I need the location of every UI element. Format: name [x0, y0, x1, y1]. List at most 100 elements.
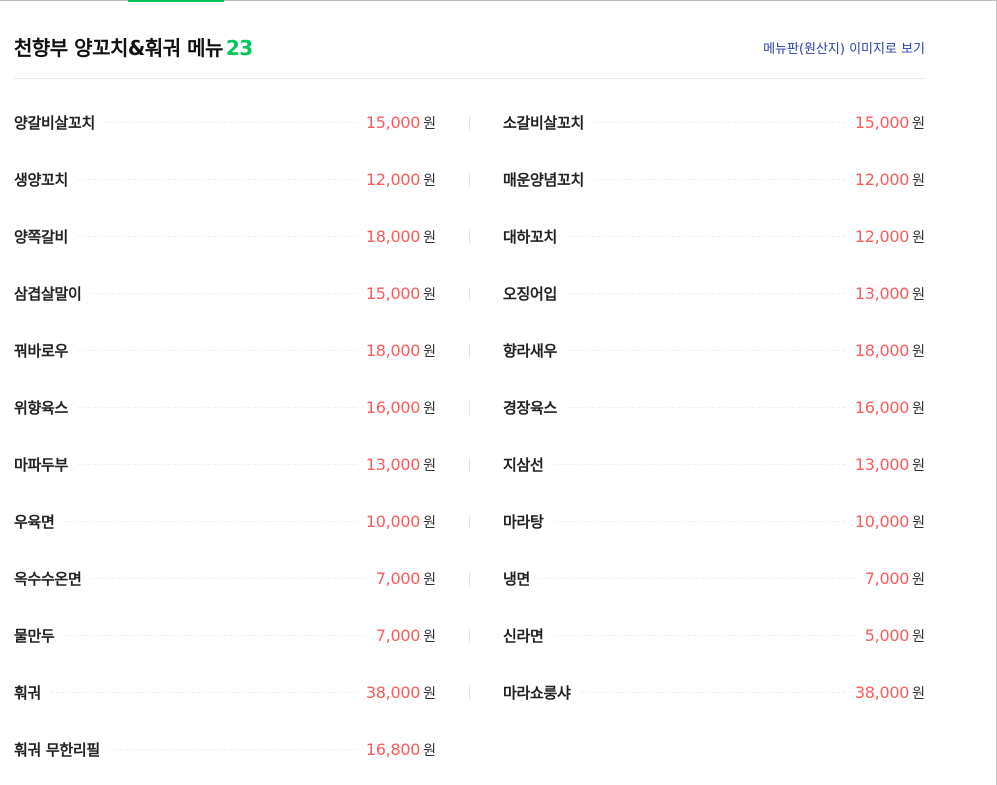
menu-item-price: 13,000 원 [855, 455, 925, 475]
menu-item-price-value: 16,800 [365, 739, 421, 759]
menu-item-leader [553, 635, 855, 636]
menu-item-price-value: 7,000 [375, 568, 421, 588]
menu-item-name: 신라면 [503, 627, 544, 645]
menu-item[interactable]: 마파두부 13,000 원 [14, 436, 470, 493]
menu-item-price-value: 13,000 [854, 454, 910, 474]
menu-item[interactable]: 생양꼬치 12,000 원 [14, 151, 470, 208]
menu-item[interactable]: 옥수수온면 7,000 원 [14, 550, 470, 607]
menu-item[interactable]: 대하꼬치 12,000 원 [503, 208, 925, 265]
menu-item-price: 13,000 원 [366, 455, 436, 475]
menu-item[interactable]: 삼겹살말이 15,000 원 [14, 265, 470, 322]
menu-item-price-value: 7,000 [375, 625, 421, 645]
menu-item-price-value: 15,000 [365, 112, 421, 132]
menu-count: 23 [225, 36, 253, 60]
menu-item-price: 13,000 원 [855, 284, 925, 304]
menu-item-price-value: 16,000 [365, 397, 421, 417]
menu-item-price-unit: 원 [423, 571, 436, 588]
menu-item-name: 경장육스 [503, 399, 558, 417]
menu-item-leader [567, 236, 845, 237]
menu-item-price-unit: 원 [912, 172, 925, 189]
menu-item-name: 향라새우 [503, 342, 558, 360]
menu-item-leader [51, 692, 356, 693]
menu-item-leader [567, 407, 845, 408]
menu-item[interactable]: 오징어입 13,000 원 [503, 265, 925, 322]
menu-item-name: 위향육스 [14, 399, 69, 417]
menu-item-leader [78, 350, 356, 351]
menu-item-name: 삼겹살말이 [14, 285, 82, 303]
menu-item-price-value: 16,000 [854, 397, 910, 417]
menu-item[interactable]: 신라면 5,000 원 [503, 607, 925, 664]
menu-item-price: 10,000 원 [855, 512, 925, 532]
menu-item-leader [105, 122, 356, 123]
menu-item[interactable]: 훠궈 38,000 원 [14, 664, 470, 721]
menu-item-price-unit: 원 [423, 343, 436, 360]
menu-header: 천향부 양꼬치&훠궈 메뉴 23 메뉴판(원산지) 이미지로 보기 [14, 0, 925, 79]
menu-item-price-value: 12,000 [365, 169, 421, 189]
menu-item[interactable]: 소갈비살꼬치 15,000 원 [503, 94, 925, 151]
menu-item[interactable]: 매운양념꼬치 12,000 원 [503, 151, 925, 208]
menu-image-link[interactable]: 메뉴판(원산지) 이미지로 보기 [763, 38, 925, 57]
menu-item-leader [64, 635, 366, 636]
menu-item-price: 15,000 원 [855, 113, 925, 133]
menu-item-price-value: 7,000 [864, 568, 910, 588]
menu-item[interactable]: 마라탕 10,000 원 [503, 493, 925, 550]
menu-item-price-value: 13,000 [365, 454, 421, 474]
menu-item-leader [553, 521, 845, 522]
menu-item-price-unit: 원 [423, 628, 436, 645]
menu-item-name: 마라탕 [503, 513, 544, 531]
menu-item-name: 냉면 [503, 570, 531, 588]
menu-item-name: 양쪽갈비 [14, 228, 69, 246]
menu-item-price: 38,000 원 [366, 683, 436, 703]
menu-item-name: 매운양념꼬치 [503, 171, 585, 189]
menu-section: 천향부 양꼬치&훠궈 메뉴 23 메뉴판(원산지) 이미지로 보기 양갈비살꼬치 … [14, 0, 925, 778]
menu-item-price-value: 15,000 [854, 112, 910, 132]
menu-item-price-unit: 원 [423, 172, 436, 189]
menu-item-name: 양갈비살꼬치 [14, 114, 96, 132]
menu-item[interactable]: 위향육스 16,000 원 [14, 379, 470, 436]
menu-item[interactable]: 우육면 10,000 원 [14, 493, 470, 550]
menu-item-leader [78, 407, 356, 408]
menu-item-price-unit: 원 [423, 514, 436, 531]
menu-item[interactable]: 훠궈 무한리필 16,800 원 [14, 721, 436, 778]
menu-item-price: 12,000 원 [855, 170, 925, 190]
menu-item-price: 15,000 원 [366, 113, 436, 133]
menu-item[interactable]: 양쪽갈비 18,000 원 [14, 208, 470, 265]
menu-item-leader [580, 692, 845, 693]
menu-item-price-unit: 원 [423, 400, 436, 417]
menu-item-price: 5,000 원 [865, 626, 925, 646]
menu-item[interactable]: 지삼선 13,000 원 [503, 436, 925, 493]
menu-item[interactable]: 꿔바로우 18,000 원 [14, 322, 470, 379]
menu-item-leader [78, 179, 356, 180]
menu-item-price-unit: 원 [912, 628, 925, 645]
menu-item-name: 대하꼬치 [503, 228, 558, 246]
menu-title-text: 천향부 양꼬치&훠궈 메뉴 [14, 36, 223, 60]
menu-list: 양갈비살꼬치 15,000 원 소갈비살꼬치 15,000 원 생양꼬치 12,00… [14, 79, 925, 778]
menu-item-price-unit: 원 [912, 685, 925, 702]
menu-item[interactable]: 마라쇼룽샤 38,000 원 [503, 664, 925, 721]
menu-item-price-unit: 원 [912, 457, 925, 474]
menu-item[interactable]: 냉면 7,000 원 [503, 550, 925, 607]
menu-item[interactable]: 물만두 7,000 원 [14, 607, 470, 664]
menu-item[interactable]: 향라새우 18,000 원 [503, 322, 925, 379]
menu-item-leader [91, 578, 366, 579]
menu-item-leader [78, 236, 356, 237]
menu-item-price: 18,000 원 [366, 341, 436, 361]
menu-item-price-unit: 원 [912, 571, 925, 588]
menu-item-leader [567, 293, 845, 294]
menu-item[interactable]: 양갈비살꼬치 15,000 원 [14, 94, 470, 151]
menu-item-name: 물만두 [14, 627, 55, 645]
menu-item-price-unit: 원 [423, 742, 436, 759]
menu-item-name: 마라쇼룽샤 [503, 684, 571, 702]
menu-title: 천향부 양꼬치&훠궈 메뉴 23 [14, 32, 253, 61]
menu-item-leader [64, 521, 356, 522]
menu-item-price-unit: 원 [912, 343, 925, 360]
menu-item-leader [109, 749, 356, 750]
menu-item[interactable]: 경장육스 16,000 원 [503, 379, 925, 436]
menu-item-price: 16,800 원 [366, 740, 436, 760]
menu-item-price-unit: 원 [423, 685, 436, 702]
menu-item-name: 소갈비살꼬치 [503, 114, 585, 132]
menu-item-price-value: 18,000 [854, 340, 910, 360]
menu-item-price-unit: 원 [912, 229, 925, 246]
menu-item-price: 12,000 원 [855, 227, 925, 247]
menu-item-price-value: 12,000 [854, 226, 910, 246]
